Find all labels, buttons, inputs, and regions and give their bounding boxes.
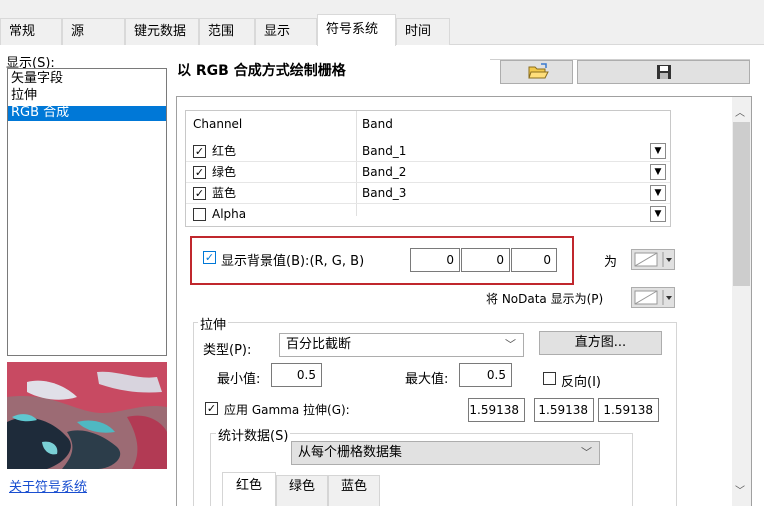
table-row: ✓ 红色 Band_1 ▼ bbox=[186, 141, 670, 162]
stretch-type-select[interactable]: 百分比截断 ﹀ bbox=[279, 333, 524, 357]
tab-key-metadata[interactable]: 键元数据 bbox=[125, 18, 199, 45]
stats-tab-red[interactable]: 红色 bbox=[222, 472, 276, 506]
table-row: ✓ 绿色 Band_2 ▼ bbox=[186, 162, 670, 183]
statistics-source-value: 从每个栅格数据集 bbox=[298, 445, 403, 460]
no-color-icon bbox=[634, 290, 672, 305]
table-row: Alpha ▼ bbox=[186, 204, 670, 225]
max-value-label: 最大值: bbox=[405, 372, 449, 387]
about-symbology-link[interactable]: 关于符号系统 bbox=[9, 476, 87, 495]
gamma-checkbox[interactable]: ✓ bbox=[205, 402, 218, 415]
chevron-down-icon: ﹀ bbox=[581, 446, 592, 459]
nodata-label: 将 NoData 显示为(P) bbox=[486, 292, 604, 306]
statistics-group-label: 统计数据(S) bbox=[216, 425, 291, 444]
column-header-band: Band bbox=[362, 117, 393, 131]
column-header-channel: Channel bbox=[193, 117, 243, 131]
background-r-input[interactable]: 0 bbox=[410, 248, 460, 272]
display-listbox[interactable]: 矢量字段 拉伸 RGB 合成 bbox=[7, 68, 167, 356]
save-icon bbox=[657, 65, 671, 79]
nodata-color-picker[interactable] bbox=[631, 287, 675, 308]
invert-checkbox[interactable] bbox=[543, 372, 556, 385]
scroll-up-icon[interactable]: ︿ bbox=[735, 104, 745, 119]
channel-band-table: Channel Band ✓ 红色 Band_1 ▼ ✓ 绿色 Band_2 ▼… bbox=[185, 110, 671, 227]
list-item-stretch[interactable]: 拉伸 bbox=[11, 89, 37, 102]
background-color-picker[interactable] bbox=[631, 249, 675, 270]
tab-general[interactable]: 常规 bbox=[0, 18, 62, 45]
min-value-input[interactable]: 0.5 bbox=[271, 363, 322, 387]
channel-name: 蓝色 bbox=[212, 186, 237, 200]
background-g-input[interactable]: 0 bbox=[461, 248, 510, 272]
chevron-down-icon[interactable]: ▼ bbox=[650, 185, 666, 201]
gamma-blue-input[interactable]: 1.59138 bbox=[598, 398, 659, 422]
chevron-down-icon[interactable]: ▼ bbox=[650, 164, 666, 180]
chevron-down-icon: ﹀ bbox=[505, 338, 516, 351]
folder-open-icon bbox=[528, 63, 549, 79]
histogram-button[interactable]: 直方图... bbox=[539, 331, 662, 355]
tab-source[interactable]: 源 bbox=[62, 18, 125, 45]
open-symbology-button[interactable] bbox=[500, 60, 573, 84]
panel-title: 以 RGB 合成方式绘制栅格 bbox=[177, 63, 346, 79]
scroll-down-icon[interactable]: ﹀ bbox=[735, 482, 745, 497]
gamma-green-input[interactable]: 1.59138 bbox=[534, 398, 594, 422]
stretch-type-label: 类型(P): bbox=[203, 343, 252, 358]
stats-tab-green[interactable]: 绿色 bbox=[276, 475, 328, 506]
channel-name: 红色 bbox=[212, 144, 237, 158]
stats-tab-blue[interactable]: 蓝色 bbox=[328, 475, 380, 506]
chevron-down-icon[interactable]: ▼ bbox=[650, 143, 666, 159]
chevron-down-icon[interactable]: ▼ bbox=[650, 206, 666, 222]
tab-display[interactable]: 显示 bbox=[255, 18, 317, 45]
table-row: ✓ 蓝色 Band_3 ▼ bbox=[186, 183, 670, 204]
channel-checkbox-blue[interactable]: ✓ bbox=[193, 187, 206, 200]
raster-preview-image bbox=[7, 362, 167, 469]
background-b-input[interactable]: 0 bbox=[511, 248, 557, 272]
channel-checkbox-red[interactable]: ✓ bbox=[193, 145, 206, 158]
gamma-red-input[interactable]: 1.59138 bbox=[468, 398, 525, 422]
list-item-rgb-composite[interactable]: RGB 合成 bbox=[8, 106, 166, 121]
channel-checkbox-green[interactable]: ✓ bbox=[193, 166, 206, 179]
min-value-label: 最小值: bbox=[217, 372, 261, 387]
background-as-label: 为 bbox=[604, 255, 618, 270]
statistics-source-select[interactable]: 从每个栅格数据集 ﹀ bbox=[291, 441, 600, 465]
gamma-label: 应用 Gamma 拉伸(G): bbox=[224, 403, 350, 417]
show-background-checkbox[interactable]: ✓ bbox=[203, 251, 216, 264]
tab-time[interactable]: 时间 bbox=[396, 18, 450, 45]
stretch-type-value: 百分比截断 bbox=[286, 337, 352, 352]
channel-name: 绿色 bbox=[212, 165, 237, 179]
no-color-icon bbox=[634, 252, 672, 267]
max-value-input[interactable]: 0.5 bbox=[459, 363, 512, 387]
scrollbar-thumb[interactable] bbox=[733, 122, 750, 286]
band-value: Band_2 bbox=[362, 165, 407, 179]
invert-label: 反向(I) bbox=[561, 375, 601, 390]
list-item-vector-field[interactable]: 矢量字段 bbox=[11, 72, 63, 85]
channel-checkbox-alpha[interactable] bbox=[193, 208, 206, 221]
tab-symbology[interactable]: 符号系统 bbox=[317, 14, 396, 46]
tab-extent[interactable]: 范围 bbox=[199, 18, 255, 45]
band-value: Band_1 bbox=[362, 144, 407, 158]
channel-name: Alpha bbox=[212, 207, 247, 221]
save-symbology-button[interactable] bbox=[577, 60, 750, 84]
stretch-group-label: 拉伸 bbox=[198, 314, 229, 333]
show-background-label: 显示背景值(B):(R, G, B) bbox=[221, 254, 365, 269]
band-value: Band_3 bbox=[362, 186, 407, 200]
